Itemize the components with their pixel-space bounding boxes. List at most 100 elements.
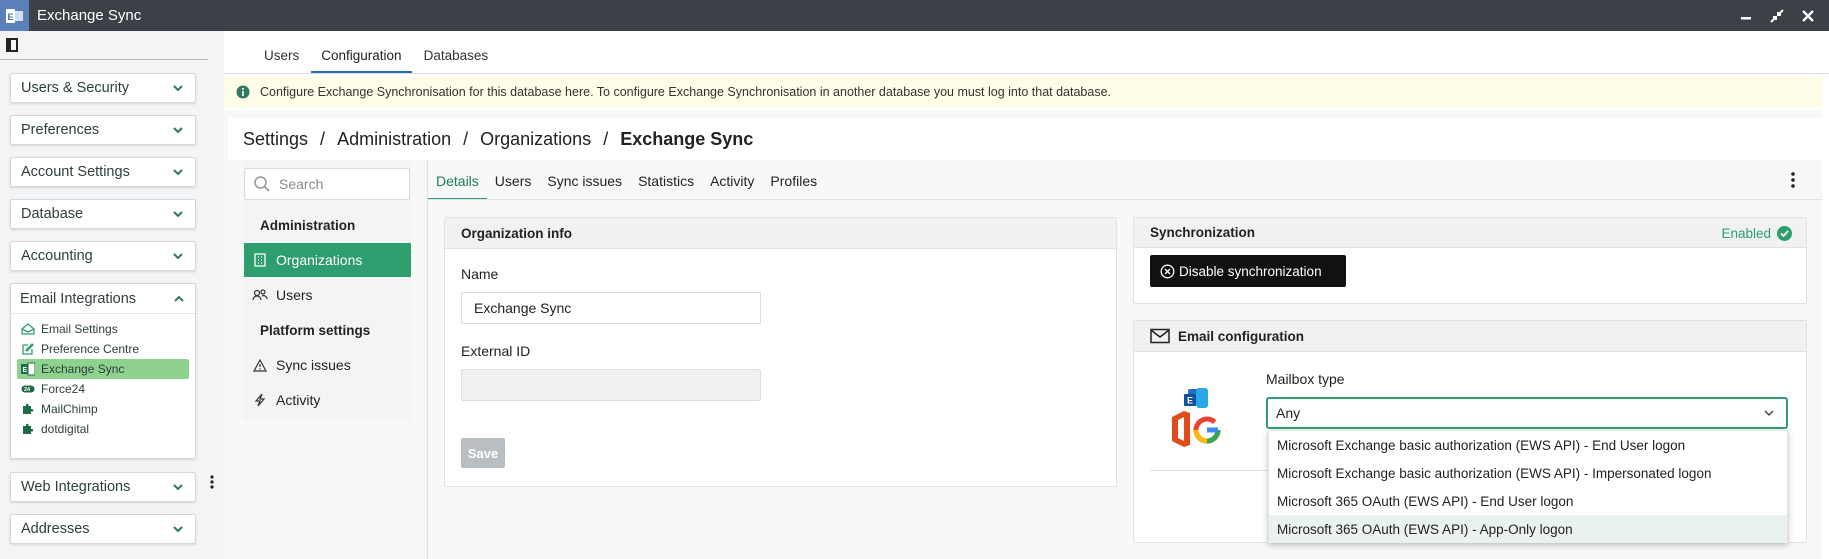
- minimize-icon[interactable]: [1736, 6, 1756, 26]
- restore-icon[interactable]: [1767, 6, 1787, 26]
- sidebar-divider: [0, 59, 208, 60]
- accordion-label: Users & Security: [21, 80, 129, 96]
- force24-icon: 24: [21, 382, 35, 396]
- tab-details[interactable]: Details: [428, 168, 487, 200]
- accordion-label: Account Settings: [21, 164, 130, 180]
- chevron-down-icon: [173, 484, 183, 491]
- nav-item-sync-issues[interactable]: Sync issues: [244, 348, 411, 382]
- chevron-down-icon: [173, 85, 183, 92]
- provider-logos: E: [1168, 387, 1224, 449]
- card-header: Synchronization Enabled: [1134, 218, 1806, 248]
- check-circle-icon: [1777, 225, 1792, 241]
- tab-sync-issues[interactable]: Sync issues: [539, 168, 630, 200]
- dropdown-option[interactable]: Microsoft Exchange basic authorization (…: [1269, 459, 1787, 487]
- sidebar-item-force24[interactable]: 24 Force24: [17, 379, 189, 399]
- tab-activity[interactable]: Activity: [702, 168, 762, 200]
- sidebar-toggle-icon[interactable]: [6, 38, 18, 52]
- accordion-preferences[interactable]: Preferences: [10, 115, 196, 145]
- search-icon: [254, 176, 270, 192]
- tab-databases[interactable]: Databases: [414, 44, 499, 74]
- accordion-label: Web Integrations: [21, 479, 131, 495]
- warning-icon: [252, 357, 268, 373]
- exchange-app-icon: E: [0, 0, 29, 31]
- sidebar-item-email-settings[interactable]: Email Settings: [17, 319, 189, 339]
- mailbox-type-select[interactable]: Any: [1266, 397, 1788, 429]
- dropdown-option[interactable]: Microsoft Exchange basic authorization (…: [1269, 431, 1787, 459]
- breadcrumb-current: Exchange Sync: [620, 128, 754, 149]
- info-banner: Configure Exchange Synchronisation for t…: [224, 77, 1822, 107]
- name-value: Exchange Sync: [474, 300, 572, 316]
- edit-icon: [21, 342, 35, 356]
- window-title: Exchange Sync: [37, 7, 142, 24]
- sidebar-item-label: Preference Centre: [41, 342, 140, 356]
- tab-profiles[interactable]: Profiles: [762, 168, 825, 200]
- svg-text:24: 24: [24, 387, 31, 393]
- accordion-email-integrations: Email Integrations Email Settings Prefer…: [10, 283, 196, 459]
- dropdown-option-highlighted[interactable]: Microsoft 365 OAuth (EWS API) - App-Only…: [1269, 515, 1787, 543]
- name-label: Name: [461, 266, 499, 282]
- external-id-field[interactable]: [461, 369, 761, 401]
- detail-tabs: Details Users Sync issues Statistics Act…: [428, 168, 825, 200]
- tabs-divider: [224, 73, 1829, 74]
- mailbox-type-label: Mailbox type: [1266, 371, 1345, 387]
- divider: [1150, 470, 1280, 471]
- exchange-icon: E: [21, 362, 35, 376]
- activity-icon: [252, 392, 268, 408]
- nav-item-activity[interactable]: Activity: [244, 383, 411, 417]
- sidebar-item-preference-centre[interactable]: Preference Centre: [17, 339, 189, 359]
- chevron-down-icon: [173, 253, 183, 260]
- tab-users[interactable]: Users: [487, 168, 540, 200]
- save-button[interactable]: Save: [461, 438, 505, 468]
- envelope-check-icon: [21, 322, 35, 336]
- button-label: Disable synchronization: [1179, 263, 1322, 279]
- card-title: Organization info: [445, 218, 1116, 249]
- accordion-database[interactable]: Database: [10, 199, 196, 229]
- breadcrumb-administration[interactable]: Administration: [337, 129, 451, 150]
- sidebar-item-dotdigital[interactable]: dotdigital: [17, 419, 189, 439]
- nav-item-organizations[interactable]: Organizations: [244, 243, 411, 277]
- breadcrumb-settings[interactable]: Settings: [243, 129, 308, 150]
- accordion-users-security[interactable]: Users & Security: [10, 73, 196, 103]
- sidebar-item-label: Email Settings: [41, 322, 118, 336]
- name-field[interactable]: Exchange Sync: [461, 292, 761, 324]
- users-icon: [252, 287, 268, 303]
- chevron-down-icon: [173, 211, 183, 218]
- accordion-label: Accounting: [21, 248, 93, 264]
- svg-text:E: E: [7, 12, 13, 22]
- sidebar-item-label: MailChimp: [41, 402, 98, 416]
- nav-heading-administration: Administration: [260, 217, 356, 233]
- title-bar: E Exchange Sync: [0, 0, 1829, 31]
- tab-users[interactable]: Users: [254, 44, 309, 74]
- sidebar-item-exchange-sync[interactable]: E Exchange Sync: [17, 359, 189, 379]
- puzzle-icon: [21, 402, 35, 416]
- accordion-accounting[interactable]: Accounting: [10, 241, 196, 271]
- sidebar-item-mailchimp[interactable]: MailChimp: [17, 399, 189, 419]
- accordion-web-integrations[interactable]: Web Integrations: [10, 472, 196, 502]
- chevron-down-icon: [173, 526, 183, 533]
- svg-text:E: E: [23, 367, 28, 374]
- disable-synchronization-button[interactable]: Disable synchronization: [1150, 255, 1346, 287]
- nav-item-label: Activity: [276, 392, 321, 408]
- accordion-label: Email Integrations: [20, 290, 137, 307]
- tab-configuration[interactable]: Configuration: [311, 44, 412, 74]
- nav-search-input[interactable]: Search: [244, 168, 410, 200]
- cancel-circle-icon: [1160, 264, 1175, 278]
- sidebar-more-icon[interactable]: [209, 474, 215, 490]
- status-badge: Enabled: [1721, 218, 1792, 248]
- office-logo-icon: [1172, 411, 1190, 447]
- accordion-addresses[interactable]: Addresses: [10, 514, 196, 544]
- accordion-account-settings[interactable]: Account Settings: [10, 157, 196, 187]
- envelope-icon: [1150, 328, 1170, 344]
- more-options-icon[interactable]: [1788, 170, 1798, 190]
- top-tabs: Users Configuration Databases: [224, 44, 498, 74]
- search-placeholder: Search: [279, 176, 324, 192]
- accordion-email-integrations-header[interactable]: Email Integrations: [11, 284, 195, 314]
- breadcrumb-organizations[interactable]: Organizations: [480, 129, 591, 150]
- dropdown-option[interactable]: Microsoft 365 OAuth (EWS API) - End User…: [1269, 487, 1787, 515]
- close-icon[interactable]: [1798, 6, 1818, 26]
- chevron-up-icon: [174, 295, 184, 302]
- nav-item-label: Sync issues: [276, 357, 351, 373]
- tab-statistics[interactable]: Statistics: [630, 168, 702, 200]
- nav-item-users[interactable]: Users: [244, 278, 411, 312]
- organization-info-card: Organization info Name Exchange Sync Ext…: [444, 217, 1117, 487]
